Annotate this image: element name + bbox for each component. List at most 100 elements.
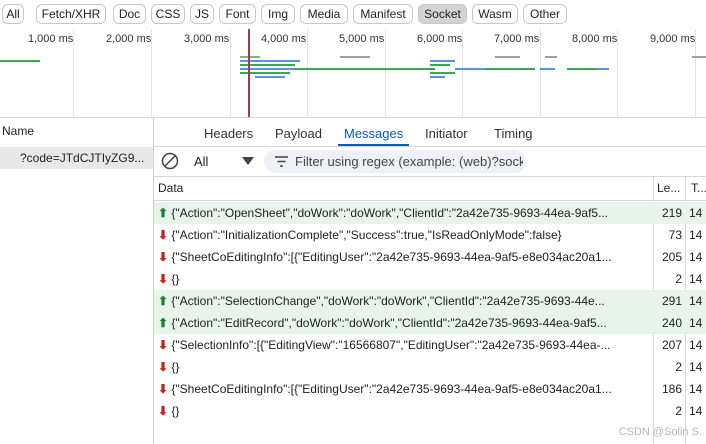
message-length: 205 [661,250,682,264]
message-length: 73 [668,228,682,242]
message-length: 240 [661,316,682,330]
message-data: {} [171,404,180,418]
filter-img-button[interactable]: Img [261,4,295,24]
filter-doc-button[interactable]: Doc [113,4,146,24]
message-length: 219 [661,206,682,220]
message-time: 14 [689,360,703,374]
message-time: 14 [689,316,703,330]
tab-messages[interactable]: Messages [337,118,410,146]
timeline-tick-label: 9,000 ms [650,33,696,45]
message-time: 14 [689,250,703,264]
message-length: 2 [675,272,682,286]
timeline-tick-label: 1,000 ms [28,33,74,45]
filter-css-button[interactable]: CSS [151,4,185,24]
filter-manifest-button[interactable]: Manifest [353,4,413,24]
chevron-down-icon[interactable] [242,157,254,166]
regex-filter-placeholder: Filter using regex (example: (web)?socke [295,154,523,169]
filter-socket-button[interactable]: Socket [418,4,467,24]
regex-filter-input[interactable]: Filter using regex (example: (web)?socke [264,150,526,173]
timeline-gridline [540,29,541,117]
message-row[interactable]: ⬇ {"SheetCoEditingInfo":[{"EditingUser":… [154,246,706,268]
request-name: ?code=JTdCJTIyZG9... [20,151,145,165]
timeline-request-bar [240,56,260,58]
message-length: 186 [661,382,682,396]
message-row[interactable]: ⬆ {"Action":"SelectionChange","doWork":"… [154,290,706,312]
message-length: 291 [661,294,682,308]
tab-initiator[interactable]: Initiator [425,118,468,146]
received-arrow-icon: ⬇ [158,338,169,352]
sent-arrow-icon: ⬆ [158,316,169,330]
clear-messages-icon[interactable] [161,152,179,170]
timeline-request-bar [455,68,485,70]
filter-all-button[interactable]: All [2,4,24,24]
timeline-request-bar [545,56,557,58]
timeline-request-bar [485,68,535,70]
message-data: {"Action":"EditRecord","doWork":"doWork"… [171,316,607,330]
timeline-gridline [385,29,386,117]
detail-tabs: Headers Payload Messages Initiator Timin… [154,118,706,147]
timeline-tick-label: 8,000 ms [572,33,618,45]
message-row[interactable]: ⬇ {} 2 14 [154,268,706,290]
received-arrow-icon: ⬇ [158,272,169,286]
timeline-tick-label: 4,000 ms [261,33,307,45]
timeline-request-bar [597,68,609,70]
timeline-current-marker[interactable] [248,29,250,117]
timeline-request-bar [430,76,445,78]
message-row[interactable]: ⬇ {"Action":"InitializationComplete","Su… [154,224,706,246]
timeline-request-bar [567,68,597,70]
received-arrow-icon: ⬇ [158,360,169,374]
sent-arrow-icon: ⬆ [158,294,169,308]
timeline-request-bar [430,72,455,74]
timeline-request-bar [0,60,40,62]
filter-other-button[interactable]: Other [523,4,567,24]
timeline-overview[interactable]: 1,000 ms 2,000 ms 3,000 ms 4,000 ms 5,00… [0,29,706,118]
received-arrow-icon: ⬇ [158,228,169,242]
message-data: {} [171,360,180,374]
message-row[interactable]: ⬆ {"Action":"EditRecord","doWork":"doWor… [154,312,706,334]
filter-icon [275,156,288,167]
length-column-header[interactable]: Le... [657,177,680,200]
tab-timing[interactable]: Timing [494,118,533,146]
tab-headers[interactable]: Headers [204,118,253,146]
received-arrow-icon: ⬇ [158,250,169,264]
message-row[interactable]: ⬆ {"Action":"OpenSheet","doWork":"doWork… [154,202,706,224]
request-row[interactable]: ?code=JTdCJTIyZG9... [0,147,153,169]
message-time: 14 [689,404,703,418]
message-data: {} [171,272,180,286]
filter-js-button[interactable]: JS [190,4,214,24]
filter-media-button[interactable]: Media [300,4,348,24]
message-data: {"SheetCoEditingInfo":[{"EditingUser":"2… [171,382,612,396]
received-arrow-icon: ⬇ [158,404,169,418]
message-time: 14 [689,228,703,242]
tab-payload[interactable]: Payload [275,118,322,146]
timeline-gridline [307,29,308,117]
timeline-request-bar [295,68,435,70]
data-column-header[interactable]: Data [158,177,648,200]
timeline-request-bar [495,56,520,58]
message-row[interactable]: ⬇ {"SheetCoEditingInfo":[{"EditingUser":… [154,378,706,400]
message-length: 2 [675,360,682,374]
filter-wasm-button[interactable]: Wasm [472,4,518,24]
name-column-header[interactable]: Name [0,118,153,145]
message-row[interactable]: ⬇ {} 2 14 [154,356,706,378]
timeline-tick-label: 2,000 ms [106,33,152,45]
timeline-request-bar [430,60,455,62]
timeline-request-bar [540,68,555,70]
filter-font-button[interactable]: Font [219,4,256,24]
message-type-select[interactable]: All [194,147,208,176]
message-time: 14 [689,272,703,286]
timeline-tick-label: 3,000 ms [184,33,230,45]
request-list-pane: Name ?code=JTdCJTIyZG9... [0,118,154,444]
message-row[interactable]: ⬇ {} 2 14 [154,400,706,422]
message-time: 14 [689,382,703,396]
message-data: {"Action":"SelectionChange","doWork":"do… [171,294,605,308]
timeline-request-bar [340,56,370,58]
message-row[interactable]: ⬇ {"SelectionInfo":[{"EditingView":"1656… [154,334,706,356]
messages-filter-toolbar: All Filter using regex (example: (web)?s… [154,147,706,177]
message-time: 14 [689,206,703,220]
message-length: 207 [661,338,682,352]
time-column-header[interactable]: T... [691,177,706,200]
timeline-request-bar [692,56,706,58]
timeline-request-bar [255,76,285,78]
filter-fetch-xhr-button[interactable]: Fetch/XHR [36,4,106,24]
